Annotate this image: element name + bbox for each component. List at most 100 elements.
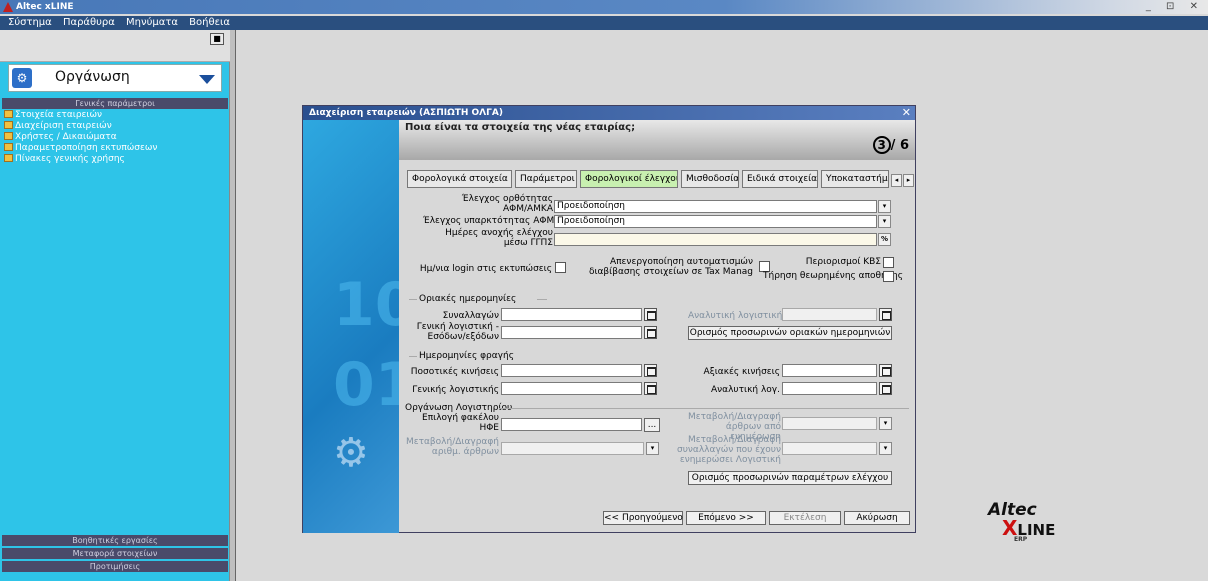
login-print-label: Ημ/νια login στις εκτυπώσεις <box>419 264 552 274</box>
calendar-icon[interactable] <box>644 364 657 377</box>
altec-xline-logo: Altec XLINE ERP <box>988 500 1056 543</box>
panel-splitter[interactable] <box>230 30 236 581</box>
nav-item-company-data[interactable]: Στοιχεία εταιρειών <box>4 110 102 121</box>
folder-input[interactable] <box>501 418 642 431</box>
afm-check-label: Έλεγχος ορθότητας ΑΦΜ/ΑΜΚΑ <box>461 194 553 214</box>
run-button[interactable]: Εκτέλεση <box>769 511 841 525</box>
prev-button[interactable]: << Προηγούμενο <box>603 511 683 525</box>
module-title: Οργάνωση <box>55 69 130 85</box>
app-logo-icon <box>3 2 13 12</box>
tab-branches[interactable]: Υποκαταστήμ <box>821 170 889 188</box>
gears-icon: ⚙ <box>12 68 32 88</box>
section-data-transfer[interactable]: Μεταφορά στοιχείων <box>2 548 228 559</box>
gears-image-icon: ⚙ <box>333 430 369 476</box>
storage-checkbox[interactable] <box>883 271 894 282</box>
chevron-down-icon[interactable]: ▾ <box>879 417 892 430</box>
nav-item-general-tables[interactable]: Πίνακες γενικής χρήσης <box>4 154 125 165</box>
menu-bar: Σύστημα Παράθυρα Μηνύματα Βοήθεια <box>0 16 1208 30</box>
module-selector[interactable]: ⚙ Οργάνωση <box>8 64 222 92</box>
temp-limit-dates-button[interactable]: Ορισμός προσωρινών οριακών ημερομηνιών <box>688 326 892 340</box>
printer-icon <box>4 143 13 151</box>
qty-moves-input[interactable] <box>501 364 642 377</box>
value-moves-input[interactable] <box>782 364 877 377</box>
tab-special-data[interactable]: Ειδικά στοιχεία <box>742 170 818 188</box>
modify-numbers-select[interactable] <box>501 442 644 455</box>
users-icon <box>4 132 13 140</box>
wizard-question: Ποια είναι τα στοιχεία της νέας εταιρίας… <box>405 122 636 133</box>
calendar-icon[interactable] <box>644 326 657 339</box>
step-indicator: 3/ 6 <box>872 136 909 154</box>
left-panel-toolbar: ■ <box>0 30 230 62</box>
chevron-down-icon[interactable]: ▾ <box>878 200 891 213</box>
menu-messages[interactable]: Μηνύματα <box>126 17 178 28</box>
nav-item-print-settings[interactable]: Παραμετροποίηση εκτυπώσεων <box>4 143 157 154</box>
modify-numbers-label: Μεταβολή/Διαγραφή αριθμ. άρθρων <box>405 437 499 457</box>
section-general-params[interactable]: Γενικές παράμετροι <box>2 98 228 109</box>
tab-scroll-left-icon[interactable]: ◂ <box>891 174 902 187</box>
ggps-days-label: Ημέρες ανοχής ελέγχου μέσω ΓΓΠΣ <box>445 228 553 248</box>
analytic-ledger-input[interactable] <box>782 308 877 321</box>
analytic-ledger-label: Αναλυτική λογιστική <box>688 311 783 321</box>
section-preferences[interactable]: Προτιμήσεις <box>2 561 228 572</box>
folder-select-label: Επιλογή φακέλου ΗΦΕ <box>422 413 499 433</box>
storage-label: Τήρηση θεωρημένης αποθήκης <box>763 271 904 281</box>
qty-moves-label: Ποσοτικές κινήσεις <box>410 367 499 377</box>
section-auxiliary[interactable]: Βοηθητικές εργασίες <box>2 535 228 546</box>
menu-system[interactable]: Σύστημα <box>8 17 52 28</box>
transactions-label: Συναλλαγών <box>442 311 499 321</box>
tab-scroll-right-icon[interactable]: ▸ <box>903 174 914 187</box>
nav-item-company-management[interactable]: Διαχείριση εταιρειών <box>4 121 112 132</box>
percent-icon[interactable]: % <box>878 233 891 246</box>
calendar-icon[interactable] <box>644 382 657 395</box>
calendar-icon[interactable] <box>879 382 892 395</box>
calendar-icon[interactable] <box>879 308 892 321</box>
general-ledger-label: Γενική λογιστική - Εσόδων/εξόδων <box>416 322 499 342</box>
modify-articles-select[interactable] <box>782 417 877 430</box>
transactions-date-input[interactable] <box>501 308 642 321</box>
value-moves-label: Αξιακές κινήσεις <box>703 367 780 377</box>
kbs-checkbox[interactable] <box>883 257 894 268</box>
chevron-down-icon[interactable]: ▾ <box>878 215 891 228</box>
afm-exist-select[interactable]: Προειδοποίηση <box>554 215 877 228</box>
wizard-header: Ποια είναι τα στοιχεία της νέας εταιρίας… <box>399 120 915 160</box>
menu-help[interactable]: Βοήθεια <box>189 17 230 28</box>
folder-icon <box>4 110 13 118</box>
auto-disable-label: Απενεργοποίηση αυτοματισμών διαβίβασης σ… <box>588 257 753 277</box>
left-panel: ■ ⚙ Οργάνωση Γενικές παράμετροι Στοιχεία… <box>0 30 230 581</box>
login-print-checkbox[interactable] <box>555 262 566 273</box>
browse-button[interactable]: ... <box>644 418 660 432</box>
window-controls[interactable]: _ ⊡ ✕ <box>1146 0 1204 14</box>
calendar-icon[interactable] <box>644 308 657 321</box>
general-acc-input[interactable] <box>501 382 642 395</box>
wizard-side-image: 10 01 ⚙ <box>303 120 399 533</box>
modify-transactions-label: Μεταβολή/Διαγραφή συναλλαγών που έχουν ε… <box>676 435 781 465</box>
folder-icon <box>4 121 13 129</box>
chevron-down-icon[interactable] <box>199 75 215 84</box>
group-accounting-org: Οργάνωση Λογιστηρίου <box>405 403 513 413</box>
dialog-title: Διαχείριση εταιρειών (ΑΣΠΙΩΤΗ ΟΛΓΑ) <box>303 106 915 120</box>
analytic-acc-label: Αναλυτική λογ. <box>710 385 780 395</box>
tab-tax-checks[interactable]: Φορολογικοί έλεγχοι <box>580 170 678 188</box>
chevron-down-icon[interactable]: ▾ <box>879 442 892 455</box>
nav-item-users-rights[interactable]: Χρήστες / Δικαιώματα <box>4 132 117 143</box>
tab-tax-data[interactable]: Φορολογικά στοιχεία <box>407 170 512 188</box>
menu-windows[interactable]: Παράθυρα <box>63 17 115 28</box>
next-button[interactable]: Επόμενο >> <box>686 511 766 525</box>
afm-exist-label: Έλεγχος υπαρκτότητας ΑΦΜ <box>423 216 555 226</box>
cancel-button[interactable]: Ακύρωση <box>844 511 910 525</box>
close-icon[interactable]: ✕ <box>902 106 911 120</box>
tab-payroll[interactable]: Μισθοδοσία <box>681 170 739 188</box>
afm-check-select[interactable]: Προειδοποίηση <box>554 200 877 213</box>
ggps-days-input[interactable] <box>554 233 877 246</box>
tab-parameters[interactable]: Παράμετροι <box>515 170 577 188</box>
kbs-label: Περιορισμοί ΚΒΣ <box>805 257 881 267</box>
app-title-bar: Altec xLINE <box>0 0 1208 14</box>
general-ledger-input[interactable] <box>501 326 642 339</box>
analytic-acc-input[interactable] <box>782 382 877 395</box>
calendar-icon[interactable] <box>879 364 892 377</box>
app-title: Altec xLINE <box>16 2 74 12</box>
chevron-down-icon[interactable]: ▾ <box>646 442 659 455</box>
panel-pin-button[interactable]: ■ <box>210 33 224 45</box>
modify-transactions-select[interactable] <box>782 442 877 455</box>
temp-params-button[interactable]: Ορισμός προσωρινών παραμέτρων ελέγχου <box>688 471 892 485</box>
